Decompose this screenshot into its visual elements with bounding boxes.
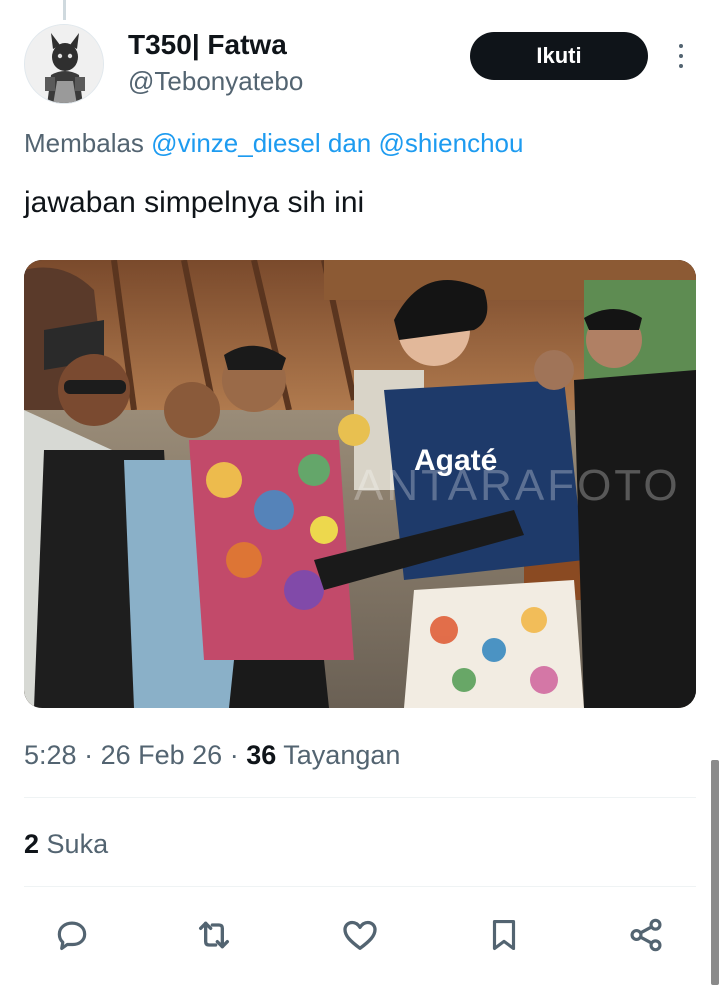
meta-separator: · [84,740,94,770]
action-bar [24,910,696,960]
reply-context: Membalas @vinze_diesel dan @shienchou [24,126,523,160]
post-date[interactable]: 26 Feb 26 [101,740,223,770]
mention-link-2[interactable]: @shienchou [379,128,524,158]
scrollbar[interactable] [711,760,719,985]
reply-connector[interactable]: dan [328,128,371,158]
retweet-icon[interactable] [194,915,234,955]
tweet-text: jawaban simpelnya sih ini [24,186,365,219]
avatar[interactable] [24,24,104,104]
view-count: 36 [246,740,277,770]
reply-icon[interactable] [52,915,92,955]
tweet-meta: 5:28 · 26 Feb 26 · 36 Tayangan [24,738,400,772]
display-name[interactable]: T350| Fatwa [128,28,303,62]
photo-image: Agaté ANTARAFOTO [24,260,696,708]
bookmark-icon[interactable] [484,915,524,955]
avatar-image [25,25,103,103]
tweet-header: T350| Fatwa @Tebonyatebo Ikuti [24,24,696,106]
share-icon[interactable] [626,915,666,955]
more-options-icon[interactable] [669,40,693,72]
like-count: 2 [24,829,40,859]
like-label: Suka [46,829,109,859]
follow-button[interactable]: Ikuti [470,32,648,80]
mention-link-1[interactable]: @vinze_diesel [151,128,320,158]
view-label: Tayangan [283,740,401,770]
meta-separator: · [229,740,239,770]
divider [24,886,696,887]
like-summary[interactable]: 2 Suka [24,827,108,861]
user-handle[interactable]: @Tebonyatebo [128,64,303,98]
like-icon[interactable] [340,915,380,955]
divider [24,797,696,798]
reply-prefix: Membalas [24,128,144,158]
tweet-photo[interactable]: Agaté ANTARAFOTO [24,260,696,708]
photo-watermark: ANTARAFOTO [354,461,681,510]
post-time[interactable]: 5:28 [24,740,77,770]
thread-line [63,0,66,20]
